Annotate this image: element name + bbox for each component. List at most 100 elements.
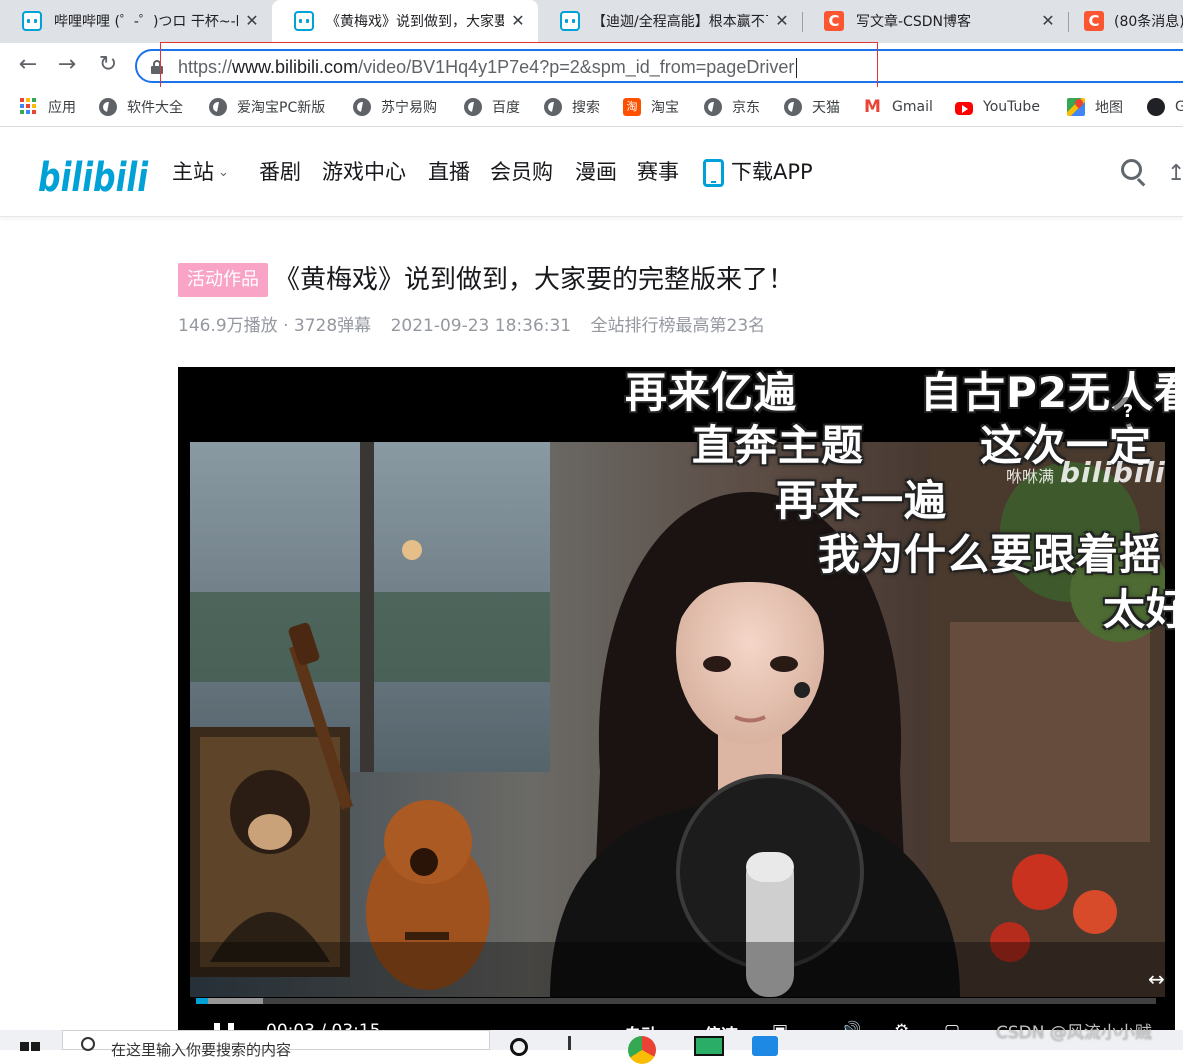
taskbar-search[interactable]: 在这里输入你要搜索的内容 bbox=[62, 1030, 490, 1059]
bookmark-label: 百度 bbox=[492, 100, 520, 116]
help-icon[interactable]: ? bbox=[1113, 397, 1143, 427]
play-count: 146.9万播放 · 3728弹幕 bbox=[178, 316, 372, 336]
nav-esports[interactable]: 赛事 bbox=[637, 157, 679, 187]
bookmark-taobao[interactable]: 淘 淘宝 bbox=[623, 96, 679, 118]
bilibili-icon bbox=[294, 11, 314, 31]
tab-title: 【迪迦/全程高能】根本赢不了 bbox=[592, 14, 768, 30]
bookmark-suning[interactable]: 苏宁易购 bbox=[353, 96, 437, 118]
globe-icon bbox=[353, 98, 371, 116]
video-frame[interactable] bbox=[190, 442, 1165, 997]
tab-csdn-write[interactable]: C 写文章-CSDN博客 ✕ bbox=[802, 0, 1068, 43]
nav-manga[interactable]: 漫画 bbox=[575, 157, 617, 187]
bookmark-label: 苏宁易购 bbox=[381, 100, 437, 116]
bookmark-label: 天猫 bbox=[812, 100, 840, 116]
globe-icon bbox=[464, 98, 482, 116]
close-icon[interactable]: ✕ bbox=[1038, 11, 1058, 31]
video-player[interactable]: 再来亿遍 自古P2无人看 直奔主题 这次一定 再来一遍 我为什么要跟着摇 太好 … bbox=[178, 367, 1175, 1050]
search-icon bbox=[81, 1037, 95, 1051]
bookmark-label: YouTube bbox=[983, 99, 1040, 115]
tab-title: 写文章-CSDN博客 bbox=[856, 14, 971, 30]
video-title: 《黄梅戏》说到做到，大家要的完整版来了！ bbox=[274, 265, 795, 295]
tab-title: 哔哩哔哩 (゜-゜)つロ 干杯~-bilibili bbox=[54, 14, 238, 30]
nav-label: 主站 bbox=[172, 160, 214, 184]
bilibili-logo[interactable]: bilibili bbox=[36, 147, 152, 199]
bookmark-aitaobao[interactable]: 爱淘宝PC新版 bbox=[209, 96, 325, 118]
bookmark-search[interactable]: 搜索 bbox=[544, 96, 600, 118]
app-icon[interactable] bbox=[748, 1030, 800, 1056]
bookmark-label: 爱淘宝PC新版 bbox=[237, 100, 326, 116]
wechat-icon[interactable] bbox=[690, 1030, 742, 1056]
nav-game-center[interactable]: 游戏中心 bbox=[322, 157, 406, 187]
bookmark-label: 软件大全 bbox=[127, 100, 183, 116]
close-icon[interactable]: ✕ bbox=[772, 11, 792, 31]
chrome-icon[interactable] bbox=[616, 1030, 668, 1064]
video-meta: 146.9万播放 · 3728弹幕 2021-09-23 18:36:31 全站… bbox=[178, 314, 779, 338]
csdn-watermark: CSDN @风流小小贼 bbox=[996, 1023, 1152, 1043]
bookmark-maps[interactable]: 地图 bbox=[1067, 96, 1123, 118]
nav-main-site[interactable]: 主站 ⌄ bbox=[172, 157, 229, 188]
globe-icon bbox=[784, 98, 802, 116]
tab-csdn-messages[interactable]: C (80条消息) bbox=[1068, 0, 1183, 43]
nav-mall[interactable]: 会员购 bbox=[490, 157, 553, 187]
ranking-info[interactable]: 全站排行榜最高第23名 bbox=[591, 316, 766, 336]
forward-arrow-icon[interactable]: → bbox=[52, 50, 82, 80]
tab-dijia-video[interactable]: 【迪迦/全程高能】根本赢不了 ✕ bbox=[538, 0, 802, 43]
bilibili-header: bilibili 主站 ⌄ 番剧 游戏中心 直播 会员购 漫画 赛事 下载APP … bbox=[0, 127, 1183, 217]
file-manager-icon[interactable] bbox=[556, 1030, 608, 1050]
phone-icon bbox=[703, 159, 724, 187]
globe-icon bbox=[99, 98, 117, 116]
bilibili-icon bbox=[560, 11, 580, 31]
progress-played bbox=[196, 998, 208, 1004]
bookmark-youtube[interactable]: YouTube bbox=[955, 96, 1040, 118]
bookmark-apps[interactable]: 应用 bbox=[20, 96, 76, 118]
task-view-icon[interactable] bbox=[500, 1030, 552, 1056]
activity-tag[interactable]: 活动作品 bbox=[178, 263, 268, 297]
bookmark-gmail[interactable]: M Gmail bbox=[864, 96, 933, 118]
bookmark-label: 京东 bbox=[732, 100, 760, 116]
bookmark-tmall[interactable]: 天猫 bbox=[784, 96, 840, 118]
taobao-icon: 淘 bbox=[623, 98, 641, 116]
reload-icon[interactable]: ↻ bbox=[93, 50, 123, 80]
gmail-icon: M bbox=[864, 97, 881, 117]
bookmark-label: 搜索 bbox=[572, 100, 600, 116]
danmaku-comment: 再来一遍 bbox=[775, 476, 948, 525]
danmaku-comment: 我为什么要跟着摇 bbox=[818, 530, 1163, 579]
bookmark-label: Gmail bbox=[892, 99, 933, 115]
tab-title: 《黄梅戏》说到做到，大家要的完整版来了！ bbox=[326, 14, 504, 30]
bookmark-jd[interactable]: 京东 bbox=[704, 96, 760, 118]
apps-grid-icon bbox=[20, 98, 38, 116]
nav-live[interactable]: 直播 bbox=[428, 157, 470, 187]
danmaku-comment: 太好 bbox=[1103, 585, 1175, 634]
progress-bar[interactable] bbox=[196, 998, 1156, 1004]
nav-anime[interactable]: 番剧 bbox=[259, 157, 301, 187]
bookmark-cut[interactable]: G bbox=[1147, 96, 1183, 118]
danmaku-comment: 再来亿遍 bbox=[625, 368, 798, 417]
uploader-name: 咻咻满 bbox=[1006, 467, 1055, 486]
bilibili-logo-text: bilibili bbox=[38, 155, 149, 199]
maps-icon bbox=[1067, 98, 1085, 116]
bilibili-icon bbox=[22, 11, 42, 31]
upload-icon[interactable]: ↥ bbox=[1167, 161, 1183, 187]
nav-download-app[interactable]: 下载APP bbox=[731, 157, 813, 187]
globe-icon bbox=[704, 98, 722, 116]
video-frame-image bbox=[190, 442, 1165, 997]
bookmark-label: 应用 bbox=[48, 100, 76, 116]
bookmark-label: G bbox=[1175, 99, 1183, 115]
globe-icon bbox=[544, 98, 562, 116]
bookmark-baidu[interactable]: 百度 bbox=[464, 96, 520, 118]
csdn-icon: C bbox=[824, 11, 844, 31]
expand-icon[interactable]: ↔ bbox=[1148, 967, 1166, 993]
tab-title: (80条消息) bbox=[1114, 14, 1183, 30]
bookmark-software[interactable]: 软件大全 bbox=[99, 96, 183, 118]
bookmarks-bar: 应用 软件大全 爱淘宝PC新版 苏宁易购 百度 搜索 淘 淘宝 京东 天猫 M … bbox=[0, 87, 1183, 127]
bookmark-label: 淘宝 bbox=[651, 100, 679, 116]
close-icon[interactable]: ✕ bbox=[508, 11, 528, 31]
close-icon[interactable]: ✕ bbox=[242, 11, 262, 31]
windows-start-icon[interactable] bbox=[20, 1042, 40, 1062]
back-arrow-icon[interactable]: ← bbox=[13, 50, 43, 80]
cut-icon bbox=[1147, 98, 1165, 116]
tab-huangmeixi-video[interactable]: 《黄梅戏》说到做到，大家要的完整版来了！ ✕ bbox=[272, 0, 538, 43]
tab-bilibili-home[interactable]: 哔哩哔哩 (゜-゜)つロ 干杯~-bilibili ✕ bbox=[0, 0, 272, 43]
search-icon[interactable] bbox=[1121, 159, 1149, 187]
chevron-down-icon: ⌄ bbox=[218, 165, 229, 180]
